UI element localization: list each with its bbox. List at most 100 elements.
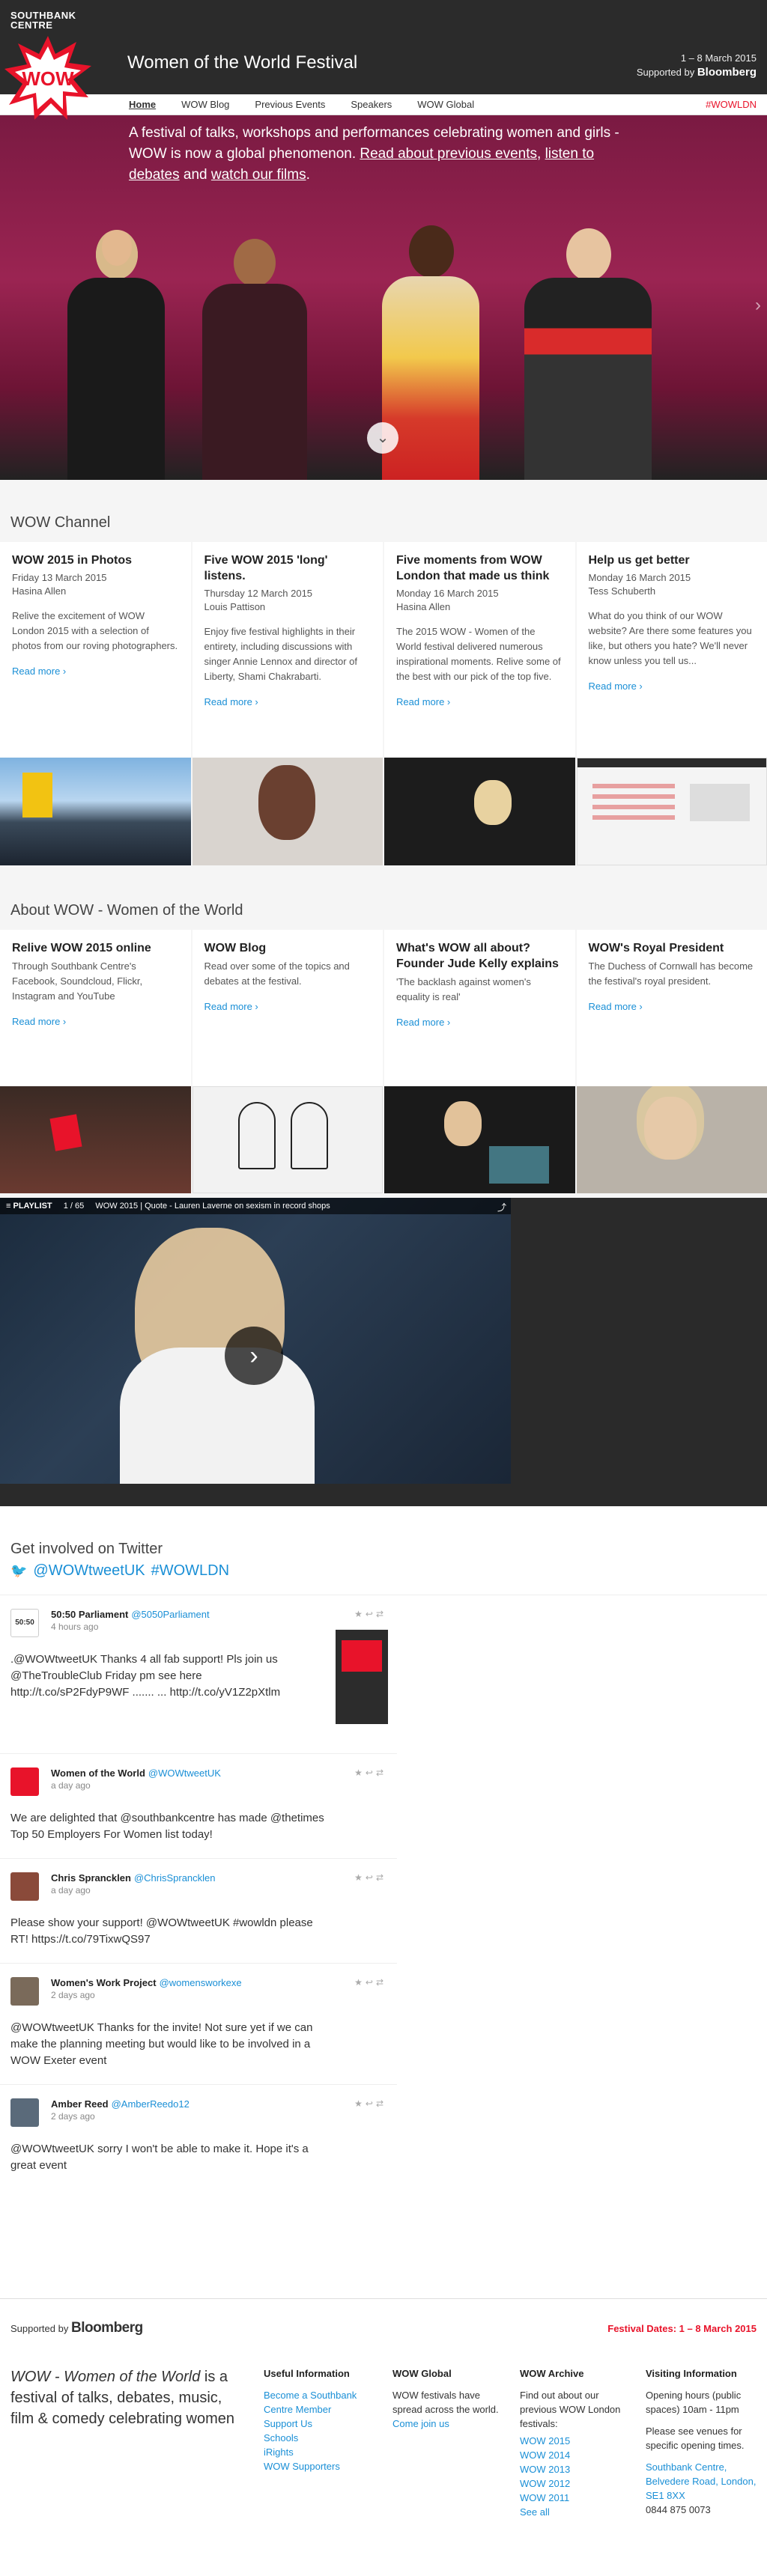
tweet-actions[interactable]: ★↩⇄ xyxy=(354,1872,386,1883)
about-card[interactable]: What's WOW all about? Founder Jude Kelly… xyxy=(384,930,575,1193)
royal-president-image xyxy=(576,1086,767,1193)
about-wow-section: About WOW - Women of the World Relive WO… xyxy=(0,868,767,1198)
nav-wow-blog[interactable]: WOW Blog xyxy=(181,99,229,110)
about-card[interactable]: Relive WOW 2015 online Through Southbank… xyxy=(0,930,191,1193)
nav-previous-events[interactable]: Previous Events xyxy=(255,99,325,110)
footer-sponsor: Supported by Bloomberg xyxy=(10,2320,143,2336)
listens-image xyxy=(192,758,383,865)
tweet-handle[interactable]: @WOWtweetUK xyxy=(148,1767,221,1779)
playlist-label[interactable]: ≡ PLAYLIST xyxy=(6,1202,52,1211)
footer-useful-info: Useful Information Become a Southbank Ce… xyxy=(264,2366,384,2473)
nav-wow-global[interactable]: WOW Global xyxy=(417,99,474,110)
films-link[interactable]: watch our films xyxy=(211,167,306,183)
footer-wow-global: WOW Global WOW festivals have spread acr… xyxy=(392,2366,505,2431)
festival-title: Women of the World Festival xyxy=(127,52,358,73)
twitter-handle-link[interactable]: @WOWtweetUK xyxy=(33,1562,145,1580)
nav-speakers[interactable]: Speakers xyxy=(351,99,392,110)
footer-link[interactable]: WOW 2015 xyxy=(520,2434,632,2448)
footer-link[interactable]: WOW 2014 xyxy=(520,2448,632,2462)
read-more-link[interactable]: Read more › xyxy=(396,1017,563,1028)
main-nav: Home WOW Blog Previous Events Speakers W… xyxy=(0,94,767,115)
tweet: Women's Work Project @womensworkexe 2 days… xyxy=(0,1964,397,2085)
relive-online-image xyxy=(0,1086,191,1193)
moments-image xyxy=(384,758,575,865)
photos-image xyxy=(0,758,191,865)
tweet-text: We are delighted that @southbankcentre h… xyxy=(10,1812,324,1841)
tweet-actions[interactable]: ★↩⇄ xyxy=(354,1767,386,1778)
tweet-handle[interactable]: @ChrisSprancklen xyxy=(134,1872,216,1884)
footer-link[interactable]: Become a Southbank Centre Member xyxy=(264,2388,384,2417)
tweet-handle[interactable]: @AmberReedo12 xyxy=(112,2098,190,2110)
nav-home[interactable]: Home xyxy=(129,99,156,110)
read-more-link[interactable]: Read more › xyxy=(12,666,179,677)
read-more-link[interactable]: Read more › xyxy=(204,696,372,707)
jude-kelly-image xyxy=(384,1086,575,1193)
tweet-actions[interactable]: ★↩⇄ xyxy=(354,1609,386,1619)
wow-channel-section: WOW Channel WOW 2015 in Photos Friday 13… xyxy=(0,480,767,868)
channel-card[interactable]: Help us get better Monday 16 March 2015 … xyxy=(576,542,767,865)
scroll-down-button[interactable]: ⌄ xyxy=(367,422,398,454)
tweet: Amber Reed @AmberReedo12 2 days ago ★↩⇄ @W… xyxy=(0,2085,397,2189)
tweet-actions[interactable]: ★↩⇄ xyxy=(354,1977,386,1988)
twitter-hashtag-link[interactable]: #WOWLDN xyxy=(151,1562,229,1580)
play-button[interactable]: › xyxy=(225,1327,283,1385)
hero-intro: A festival of talks, workshops and perfo… xyxy=(129,125,619,183)
channel-card[interactable]: Five moments from WOW London that made u… xyxy=(384,542,575,865)
southbank-centre-logo[interactable]: SOUTHBANK CENTRE xyxy=(10,10,76,30)
footer-intro: WOW - Women of the World is a festival o… xyxy=(10,2369,235,2427)
footer-link[interactable]: WOW 2012 xyxy=(520,2476,632,2491)
avatar[interactable] xyxy=(10,1872,39,1901)
footer-link[interactable]: iRights xyxy=(264,2445,384,2459)
video-player[interactable]: ≡ PLAYLIST 1 / 65 WOW 2015 | Quote - Lau… xyxy=(0,1198,767,1506)
tweet-handle[interactable]: @womensworkexe xyxy=(160,1977,242,1988)
tweet: Women of the World @WOWtweetUK a day ago ★… xyxy=(0,1754,397,1859)
footer-link[interactable]: WOW 2013 xyxy=(520,2462,632,2476)
read-more-link[interactable]: Read more › xyxy=(396,696,563,707)
about-card[interactable]: WOW Blog Read over some of the topics an… xyxy=(192,930,383,1193)
avatar[interactable] xyxy=(10,1767,39,1796)
address-link[interactable]: Southbank Centre, Belvedere Road, London… xyxy=(646,2460,758,2503)
tweet-text: Please show your support! @WOWtweetUK #w… xyxy=(10,1916,313,1946)
tweet: 50:50 50:50 Parliament @5050Parliament 4 h… xyxy=(0,1595,397,1754)
tweet-text: @WOWtweetUK sorry I won't be able to mak… xyxy=(10,2143,309,2172)
previous-events-link[interactable]: Read about previous events xyxy=(360,146,537,162)
wow-logo[interactable]: WOW xyxy=(4,36,91,120)
site-header: SOUTHBANK CENTRE WOW Women of the World … xyxy=(0,0,767,120)
tweet: Chris Sprancklen @ChrisSprancklen a day ag… xyxy=(0,1859,397,1964)
footer-visiting-info: Visiting Information Opening hours (publ… xyxy=(646,2366,758,2517)
read-more-link[interactable]: Read more › xyxy=(589,680,756,692)
read-more-link[interactable]: Read more › xyxy=(12,1016,179,1027)
tweet-text: @WOWtweetUK Thanks for the invite! Not s… xyxy=(10,2021,313,2067)
svg-text:WOW: WOW xyxy=(22,67,74,90)
channel-card[interactable]: Five WOW 2015 'long' listens. Thursday 1… xyxy=(192,542,383,865)
section-title: WOW Channel xyxy=(10,514,111,531)
website-screenshot-image xyxy=(576,758,767,865)
hero-next-arrow[interactable]: › xyxy=(755,295,761,316)
blog-illustration-image xyxy=(192,1086,383,1193)
footer-link[interactable]: WOW Supporters xyxy=(264,2459,384,2473)
footer-link[interactable]: Support Us xyxy=(264,2417,384,2431)
footer-link[interactable]: WOW 2011 xyxy=(520,2491,632,2505)
tweet-media[interactable] xyxy=(336,1630,388,1724)
avatar[interactable]: 50:50 xyxy=(10,1609,39,1637)
about-card[interactable]: WOW's Royal President The Duchess of Cor… xyxy=(576,930,767,1193)
section-title: About WOW - Women of the World xyxy=(10,902,243,919)
video-title-bar: ≡ PLAYLIST 1 / 65 WOW 2015 | Quote - Lau… xyxy=(0,1198,511,1214)
avatar[interactable] xyxy=(10,2098,39,2127)
festival-dates: 1 – 8 March 2015 Supported by Bloomberg xyxy=(636,52,757,79)
section-title: Get involved on Twitter xyxy=(10,1541,163,1557)
tweet-actions[interactable]: ★↩⇄ xyxy=(354,2098,386,2109)
channel-card[interactable]: WOW 2015 in Photos Friday 13 March 2015 … xyxy=(0,542,191,865)
footer-link[interactable]: Come join us xyxy=(392,2417,505,2431)
footer-link[interactable]: Schools xyxy=(264,2431,384,2445)
tweet-text: .@WOWtweetUK Thanks 4 all fab support! P… xyxy=(10,1653,281,1699)
tweet-handle[interactable]: @5050Parliament xyxy=(131,1609,209,1620)
read-more-link[interactable]: Read more › xyxy=(204,1001,372,1012)
footer-wow-archive: WOW Archive Find out about our previous … xyxy=(520,2366,632,2519)
twitter-section: Get involved on Twitter 🐦 @WOWtweetUK #W… xyxy=(0,1527,767,2189)
share-icon[interactable]: ⤴ xyxy=(497,1201,506,1214)
read-more-link[interactable]: Read more › xyxy=(589,1001,756,1012)
hashtag-link[interactable]: #WOWLDN xyxy=(706,99,757,110)
avatar[interactable] xyxy=(10,1977,39,2006)
footer-link[interactable]: See all xyxy=(520,2505,632,2519)
